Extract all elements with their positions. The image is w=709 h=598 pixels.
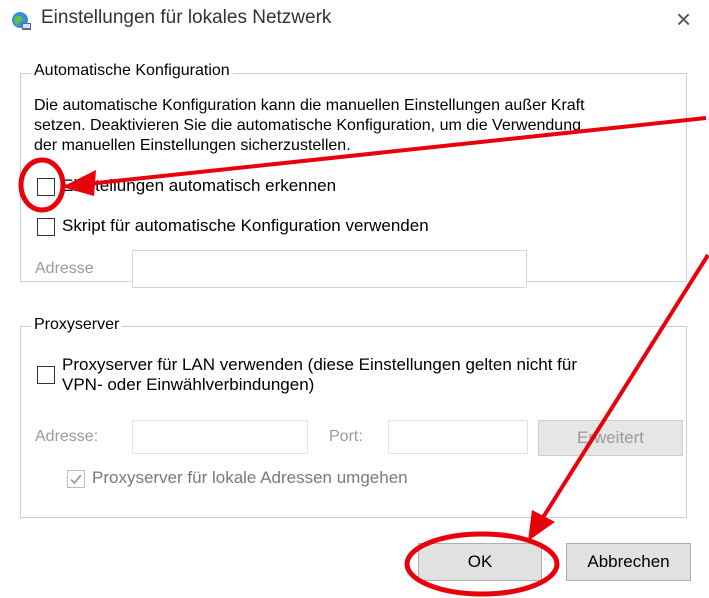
auto-detect-label[interactable]: Einstellungen automatisch erkennen (62, 175, 336, 197)
bypass-local-label[interactable]: Proxyserver für lokale Adressen umgehen (92, 467, 408, 489)
ok-button[interactable]: OK (418, 543, 542, 581)
network-globe-icon (12, 12, 31, 30)
window-title: Einstellungen für lokales Netzwerk (41, 7, 332, 28)
cancel-button[interactable]: Abbrechen (566, 543, 691, 581)
auto-config-description-line3: der manuellen Einstellungen sicherzustel… (34, 137, 351, 154)
proxy-legend: Proxyserver (31, 316, 123, 334)
auto-config-legend: Automatische Konfiguration (31, 62, 233, 80)
close-button[interactable]: × (676, 6, 691, 32)
proxy-port-label: Port: (329, 428, 363, 445)
auto-address-label: Adresse (35, 260, 94, 277)
auto-config-description-line1: Die automatische Konfiguration kann die … (34, 97, 585, 114)
use-proxy-label-line2[interactable]: VPN- oder Einwählverbindungen) (62, 374, 314, 396)
proxy-port-input[interactable] (388, 420, 528, 454)
auto-script-checkbox[interactable] (37, 218, 55, 236)
proxy-address-label: Adresse: (35, 428, 99, 445)
auto-detect-checkbox[interactable] (37, 178, 55, 196)
auto-config-description-line2: setzen. Deaktivieren Sie die automatisch… (34, 117, 581, 134)
auto-script-label[interactable]: Skript für automatische Konfiguration ve… (62, 215, 429, 237)
bypass-local-checkbox[interactable] (67, 470, 85, 488)
use-proxy-label-line1[interactable]: Proxyserver für LAN verwenden (diese Ein… (62, 354, 577, 376)
title-bar: Einstellungen für lokales Netzwerk × (0, 0, 709, 40)
auto-address-input[interactable] (132, 250, 527, 288)
checkmark-icon (70, 474, 82, 485)
use-proxy-checkbox[interactable] (37, 366, 55, 384)
proxy-address-input[interactable] (132, 420, 308, 454)
advanced-button[interactable]: Erweitert (538, 420, 683, 456)
